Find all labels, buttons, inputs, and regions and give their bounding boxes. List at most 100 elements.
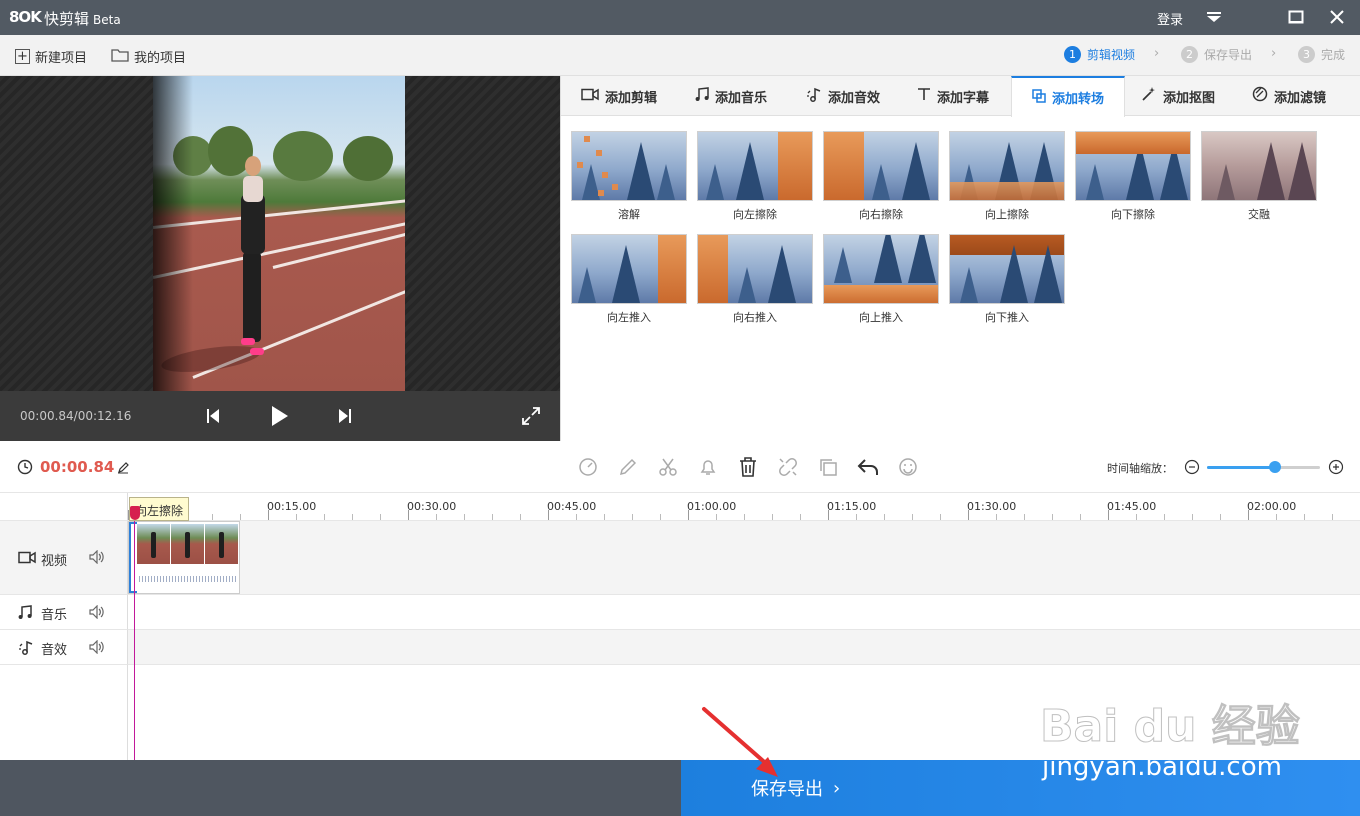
zoom-slider-knob[interactable] [1268,461,1281,473]
emoji-icon[interactable] [897,456,919,478]
transition-push-down[interactable]: 向下推入 [949,234,1065,325]
scissors-icon[interactable] [657,456,679,478]
volume-icon[interactable] [89,639,105,657]
track-header-video: 视频 [0,521,128,595]
tab-add-music[interactable]: 添加音乐 [695,76,767,116]
ruler-tick [324,514,325,520]
volume-icon[interactable] [89,604,105,622]
current-time: 00:00.84 [40,458,115,476]
ruler-label: 01:45.00 [1107,500,1157,513]
music-note-icon [695,86,709,106]
timeline-ruler[interactable]: 00:15.00 00:30.00 00:45.00 01:00.00 01:1… [128,493,1360,521]
zoom-label: 时间轴缩放： [1107,462,1173,475]
track-video[interactable] [128,521,1360,595]
skip-forward-icon[interactable] [332,403,358,429]
tab-add-sfx[interactable]: 添加音效 [806,76,880,116]
ruler-tick [520,514,521,520]
playhead-handle[interactable] [130,506,140,520]
ruler-label: 00:30.00 [407,500,457,513]
transition-label: 向右推入 [733,311,777,324]
ruler-tick [716,514,717,520]
transition-label: 向左推入 [607,311,651,324]
copy-icon[interactable] [817,456,839,478]
ruler-tick [1304,514,1305,520]
transition-wipe-up[interactable]: 向上擦除 [949,131,1065,222]
project-toolbar: + 新建项目 我的项目 1 剪辑视频 › 2 保存导出 › 3 完成 [0,35,1360,76]
zoom-in-icon[interactable] [1325,456,1347,478]
fullscreen-icon[interactable] [518,403,544,429]
time-readout: 00:00.84/00:12.16 [20,409,132,423]
transition-dissolve[interactable]: 溶解 [571,131,687,222]
speed-icon[interactable] [577,456,599,478]
folder-icon [111,48,129,66]
ruler-tick [1276,514,1277,520]
login-link[interactable]: 登录 [1157,9,1183,28]
track-music[interactable] [128,595,1360,630]
maximize-icon[interactable] [1284,6,1308,28]
my-projects-button[interactable]: 我的项目 [111,47,186,66]
zoom-out-icon[interactable] [1181,456,1203,478]
video-frame [153,76,405,391]
play-icon[interactable] [267,403,293,429]
transition-wipe-left[interactable]: 向左擦除 [697,131,813,222]
step-label: 完成 [1321,48,1346,62]
transition-wipe-right[interactable]: 向右擦除 [823,131,939,222]
new-project-button[interactable]: + 新建项目 [15,47,87,66]
title-bar: 8OK 快剪辑 Beta 登录 [0,0,1360,35]
transition-thumbnail [697,131,813,201]
ruler-tick [1024,514,1025,520]
ruler-spacer [0,493,128,521]
tab-add-subtitle[interactable]: 添加字幕 [917,76,989,116]
track-sfx[interactable] [128,630,1360,665]
transition-label: 交融 [1248,208,1270,221]
step-done: 3 完成 [1298,46,1345,63]
transition-thumbnail [571,131,687,201]
transition-thumbnail [949,234,1065,304]
ruler-tick [1164,514,1165,520]
track-header-sfx: 音效 [0,630,128,665]
menu-dropdown-icon[interactable] [1202,6,1226,28]
transition-push-left[interactable]: 向左推入 [571,234,687,325]
ruler-tick [576,514,577,520]
ruler-label: 00:15.00 [267,500,317,513]
transition-push-up[interactable]: 向上推入 [823,234,939,325]
transition-label: 向右擦除 [859,208,903,221]
unlink-icon[interactable] [777,456,799,478]
close-icon[interactable] [1325,6,1349,28]
app-title: 快剪辑 Beta [44,8,121,29]
transition-push-right[interactable]: 向右推入 [697,234,813,325]
tab-add-filter[interactable]: 添加滤镜 [1252,76,1326,116]
pencil-icon[interactable] [617,456,639,478]
zoom-slider[interactable] [1207,461,1320,473]
trash-icon[interactable] [737,456,759,478]
skip-back-icon[interactable] [200,403,226,429]
app-logo: 8OK [9,8,42,26]
ruler-tick [212,514,213,520]
ruler-tick [1052,514,1053,520]
transition-wipe-down[interactable]: 向下擦除 [1075,131,1191,222]
ruler-label: 01:00.00 [687,500,737,513]
ruler-tick [604,514,605,520]
tab-add-clip[interactable]: 添加剪辑 [581,76,657,116]
tab-add-transition[interactable]: 添加转场 [1011,76,1125,117]
volume-icon[interactable] [89,549,105,567]
video-clip[interactable] [128,521,240,594]
tab-add-cutout[interactable]: 添加抠图 [1141,76,1215,116]
red-arrow-annotation [702,707,778,777]
bell-icon[interactable] [697,456,719,478]
my-projects-label: 我的项目 [134,51,187,66]
chevron-right-icon: › [1271,46,1277,61]
track-header-music: 音乐 [0,595,128,630]
ruler-tick [492,514,493,520]
filter-icon [1252,86,1268,106]
ruler-tick [1192,514,1193,520]
edit-toolbar: 00:00.84 时间轴缩放： [0,441,1360,493]
step-number: 1 [1064,46,1081,63]
ruler-tick [996,514,997,520]
transition-blend[interactable]: 交融 [1201,131,1317,222]
ruler-label: 01:15.00 [827,500,877,513]
video-camera-icon [581,88,599,105]
clip-transition-marker[interactable] [129,522,137,593]
edit-time-icon[interactable] [112,457,134,479]
undo-icon[interactable] [857,456,879,478]
